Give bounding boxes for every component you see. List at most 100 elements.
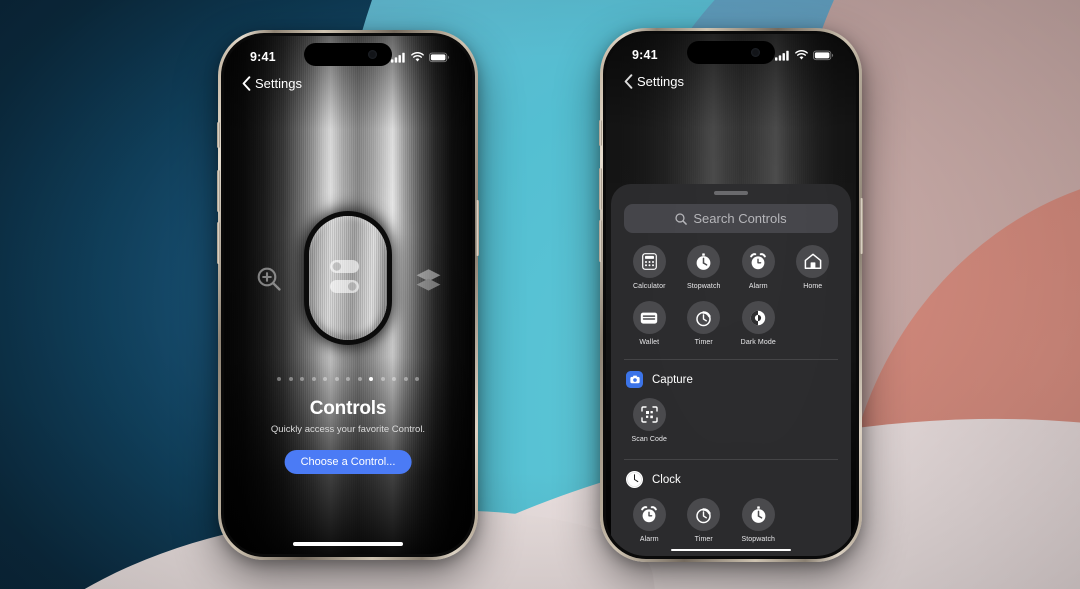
control-label: Dark Mode: [740, 339, 776, 346]
timer-icon-2: [696, 507, 711, 523]
page-dot[interactable]: [357, 377, 362, 381]
dark-mode-icon-wrap: [741, 301, 775, 334]
control-item-scan-code[interactable]: Scan Code: [622, 398, 677, 443]
alarm-clock-icon: [750, 252, 767, 269]
capture-grid: Scan Code: [611, 398, 851, 443]
page-title: Controls: [309, 398, 387, 419]
control-item-wallet[interactable]: Wallet: [622, 301, 677, 346]
left-back-button[interactable]: Settings: [242, 76, 302, 91]
control-label: Scan Code: [631, 436, 668, 443]
scan-code-icon: [641, 406, 658, 423]
signal-bars-icon: [391, 52, 405, 63]
signal-bars-icon-2: [775, 50, 789, 61]
status-time-2: 9:41: [632, 48, 658, 62]
suggested-grid-row-2: Wallet Timer Dark Mode: [611, 301, 851, 346]
left-phone-screen: 9:41 Settings Controls Quickly access yo…: [224, 36, 472, 554]
right-phone-power-button[interactable]: [860, 198, 863, 254]
page-dot[interactable]: [380, 377, 385, 381]
page-dot[interactable]: [323, 377, 327, 381]
section-header-clock: Clock: [611, 460, 851, 488]
alarm-icon-wrap-2: [632, 498, 666, 531]
stopwatch-icon-2: [751, 505, 766, 523]
background: [0, 0, 1080, 589]
camera-app-icon: [626, 371, 643, 388]
control-item-home[interactable]: Home: [786, 245, 841, 290]
search-placeholder: Search Controls: [693, 211, 787, 226]
sheet-grabber[interactable]: [714, 191, 748, 195]
chevron-left-icon-2: [624, 74, 633, 89]
left-phone-volume-up-button[interactable]: [217, 170, 220, 212]
status-time: 9:41: [250, 50, 276, 64]
stopwatch-icon-wrap-2: [741, 498, 775, 531]
stopwatch-icon: [696, 252, 711, 270]
background-vignette: [0, 0, 1080, 589]
calculator-icon: [641, 253, 657, 270]
page-dot[interactable]: [392, 377, 396, 381]
control-item-alarm-2[interactable]: Alarm: [622, 498, 677, 543]
page-dot[interactable]: [277, 377, 281, 381]
right-phone-volume-down-button[interactable]: [599, 220, 602, 262]
page-dot[interactable]: [346, 377, 350, 381]
control-label: Timer: [694, 339, 713, 346]
right-phone-volume-up-button[interactable]: [599, 168, 602, 210]
control-label: Wallet: [639, 339, 660, 346]
control-item-alarm[interactable]: Alarm: [731, 245, 786, 290]
section-header-capture: Capture: [611, 360, 851, 388]
right-home-indicator[interactable]: [671, 549, 791, 551]
left-back-label: Settings: [255, 76, 302, 91]
page-dot[interactable]: [300, 377, 304, 381]
left-home-indicator[interactable]: [293, 542, 403, 546]
page-subtitle: Quickly access your favorite Control.: [270, 424, 426, 435]
timer-icon-wrap-2: [687, 498, 721, 531]
left-phone-power-button[interactable]: [476, 200, 479, 256]
left-phone: 9:41 Settings Controls Quickly access yo…: [217, 30, 479, 560]
control-label: Alarm: [748, 283, 768, 290]
search-controls-field[interactable]: Search Controls: [624, 204, 838, 233]
chevron-left-icon: [242, 76, 251, 91]
right-phone-screen: 9:41 Settings Search Controls Calculator…: [606, 34, 856, 556]
page-dot[interactable]: [403, 377, 408, 381]
battery-full-icon: [429, 52, 450, 62]
right-status-bar: 9:41: [606, 34, 856, 68]
wifi-icon: [411, 51, 424, 61]
control-item-timer[interactable]: Timer: [677, 301, 732, 346]
page-dot[interactable]: [288, 377, 293, 381]
control-label: Stopwatch: [741, 536, 776, 543]
control-item-dark-mode[interactable]: Dark Mode: [731, 301, 786, 346]
clock-app-icon: [626, 471, 643, 488]
zoom-in-control-icon[interactable]: [256, 266, 282, 297]
search-icon: [675, 212, 688, 225]
control-preview-pill[interactable]: [309, 216, 387, 340]
page-dot[interactable]: [415, 377, 419, 381]
control-item-calculator[interactable]: Calculator: [622, 245, 677, 290]
right-back-button[interactable]: Settings: [624, 74, 684, 89]
right-phone-mute-switch[interactable]: [599, 120, 602, 146]
page-dot[interactable]: [334, 377, 339, 381]
timer-icon: [696, 310, 711, 326]
page-dot[interactable]: [311, 377, 316, 381]
layers-control-icon[interactable]: [415, 268, 442, 297]
controls-gallery-sheet: Search Controls Calculator Stopwatch Ala…: [611, 184, 851, 556]
right-back-label: Settings: [637, 74, 684, 89]
control-label: Alarm: [639, 536, 659, 543]
control-label: Calculator: [632, 283, 666, 290]
control-item-timer-2[interactable]: Timer: [677, 498, 732, 543]
left-phone-volume-down-button[interactable]: [217, 222, 220, 264]
dark-mode-icon: [751, 310, 766, 325]
left-phone-mute-switch[interactable]: [217, 122, 220, 148]
alarm-clock-icon-2: [641, 505, 658, 522]
toggle-switches-icon: [330, 260, 359, 293]
wallet-icon: [641, 312, 658, 324]
control-item-stopwatch-2[interactable]: Stopwatch: [731, 498, 786, 543]
control-item-stopwatch[interactable]: Stopwatch: [677, 245, 732, 290]
scan-code-icon-wrap: [632, 398, 666, 431]
choose-a-control-button[interactable]: Choose a Control...: [284, 450, 412, 474]
wifi-icon-2: [795, 49, 808, 59]
wallet-icon-wrap: [632, 301, 666, 334]
page-dots[interactable]: [224, 377, 472, 381]
control-label: Stopwatch: [686, 283, 721, 290]
clock-grid: Alarm Timer Stopwatch: [611, 498, 851, 543]
page-dot[interactable]: [369, 377, 373, 381]
left-status-bar: 9:41: [224, 36, 472, 70]
stopwatch-icon-wrap: [687, 245, 721, 278]
